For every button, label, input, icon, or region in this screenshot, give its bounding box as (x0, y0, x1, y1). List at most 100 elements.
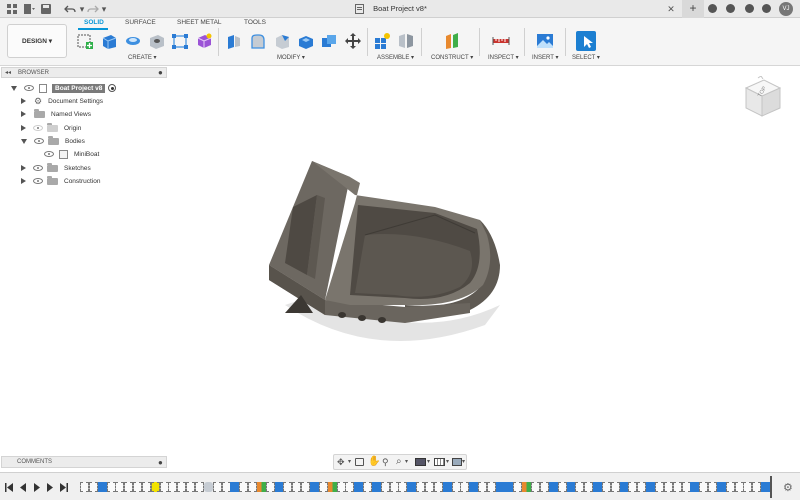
expand-arrow-icon[interactable] (21, 111, 26, 117)
joint-icon[interactable] (397, 32, 415, 50)
timeline-sketch-icon[interactable] (133, 482, 143, 492)
collapse-icon[interactable]: ◂◂ (5, 69, 11, 76)
tree-item-origin[interactable]: Origin (21, 122, 81, 134)
timeline-extrude-icon[interactable] (354, 482, 364, 492)
timeline-extrude-icon[interactable] (593, 482, 603, 492)
timeline-selected-sketch-icon[interactable] (150, 482, 160, 492)
timeline-extrude-icon[interactable] (371, 482, 381, 492)
timeline-extrude-icon[interactable] (761, 482, 771, 492)
timeline-extrude-icon[interactable] (566, 482, 576, 492)
inspect-menu[interactable]: INSPECT ▾ (488, 54, 519, 61)
timeline-extrude-icon[interactable] (716, 482, 726, 492)
shell-icon[interactable] (297, 32, 315, 50)
timeline-sketch-icon[interactable] (460, 482, 470, 492)
tree-item-document-settings[interactable]: ⚙ Document Settings (21, 95, 103, 107)
timeline-sketch-icon[interactable] (345, 482, 355, 492)
assemble-menu[interactable]: ASSEMBLE ▾ (377, 54, 414, 61)
timeline-sketch-icon[interactable] (88, 482, 98, 492)
timeline-extrude-icon[interactable] (407, 482, 417, 492)
timeline-sketch-icon[interactable] (283, 482, 293, 492)
panel-options-icon[interactable]: ● (158, 68, 163, 77)
tree-item-root[interactable]: Boat Project v8 (11, 82, 117, 94)
visibility-eye-icon[interactable] (33, 178, 43, 184)
timeline-sketch-icon[interactable] (416, 482, 426, 492)
timeline-sketch-icon[interactable] (80, 482, 89, 492)
pan-hand-icon[interactable]: ✋ (368, 456, 380, 467)
timeline-construct-icon[interactable] (522, 482, 532, 492)
timeline-sketch-icon[interactable] (451, 482, 461, 492)
viewports-icon[interactable] (452, 458, 462, 466)
timeline-sketch-icon[interactable] (212, 482, 222, 492)
timeline-sketch-icon[interactable] (486, 482, 496, 492)
fit-zoom-icon[interactable]: ⌕ (396, 456, 402, 467)
timeline-sketch-icon[interactable] (106, 482, 116, 492)
timeline-sketch-icon[interactable] (336, 482, 346, 492)
help-icon[interactable] (762, 4, 771, 13)
expand-arrow-icon[interactable] (21, 178, 26, 184)
timeline-sketch-icon[interactable] (681, 482, 691, 492)
tree-item-miniboat[interactable]: MiniBoat (44, 148, 99, 160)
viewcube[interactable]: TOP (742, 75, 782, 118)
boat-model[interactable] (255, 155, 525, 365)
insert-menu[interactable]: INSERT ▾ (532, 54, 558, 61)
tab-sheet-metal[interactable]: SHEET METAL (177, 19, 222, 26)
extrude-icon[interactable] (100, 32, 118, 50)
comments-panel[interactable]: COMMENTS ● (1, 456, 167, 468)
timeline-extrude-icon[interactable] (504, 482, 514, 492)
timeline-extrude-icon[interactable] (690, 482, 700, 492)
chevron-down-icon[interactable]: ▾ (405, 458, 408, 465)
tree-item-named-views[interactable]: Named Views (21, 108, 91, 120)
chevron-down-icon[interactable]: ▾ (462, 458, 465, 465)
timeline-sketch-icon[interactable] (734, 482, 744, 492)
browser-panel-header[interactable]: ◂◂ BROWSER ● (1, 67, 167, 78)
revolve-icon[interactable] (124, 32, 142, 50)
timeline-sketch-icon[interactable] (195, 482, 204, 492)
timeline-extrude-icon[interactable] (548, 482, 558, 492)
move-copy-icon[interactable] (344, 32, 362, 50)
chamfer-icon[interactable] (273, 32, 291, 50)
visibility-eye-icon[interactable] (33, 125, 43, 131)
timeline-extrude-icon[interactable] (310, 482, 319, 492)
visibility-eye-icon[interactable] (44, 151, 54, 157)
timeline-sketch-icon[interactable] (601, 482, 611, 492)
timeline-sketch-icon[interactable] (699, 482, 709, 492)
timeline-sketch-icon[interactable] (425, 482, 434, 492)
timeline-sketch-icon[interactable] (663, 482, 673, 492)
timeline-sketch-icon[interactable] (725, 482, 735, 492)
timeline-extrude-icon[interactable] (619, 482, 629, 492)
chevron-down-icon[interactable]: ▾ (427, 458, 430, 465)
select-icon[interactable] (576, 31, 596, 51)
tree-item-sketches[interactable]: Sketches (21, 162, 91, 174)
timeline-sketch-icon[interactable] (743, 482, 753, 492)
timeline-sketch-icon[interactable] (141, 482, 151, 492)
timeline-extrude-icon[interactable] (274, 482, 284, 492)
timeline-sketch-icon[interactable] (124, 482, 134, 492)
step-back-icon[interactable] (19, 483, 27, 492)
timeline-sketch-icon[interactable] (637, 482, 647, 492)
go-to-start-icon[interactable] (5, 483, 13, 492)
new-component-icon[interactable] (373, 32, 391, 50)
timeline-sketch-icon[interactable] (708, 482, 718, 492)
timeline-sketch-icon[interactable] (221, 482, 231, 492)
timeline-sketch-icon[interactable] (672, 482, 682, 492)
timeline-sketch-icon[interactable] (115, 482, 125, 492)
timeline-sketch-icon[interactable] (531, 482, 541, 492)
timeline-sketch-icon[interactable] (186, 482, 196, 492)
tree-item-bodies[interactable]: Bodies (21, 135, 85, 147)
press-pull-icon[interactable] (225, 32, 243, 50)
chevron-down-icon[interactable]: ▾ (446, 458, 449, 465)
expand-arrow-icon[interactable] (21, 125, 26, 131)
timeline-sketch-icon[interactable] (575, 482, 585, 492)
zoom-icon[interactable]: ⚲ (382, 457, 389, 468)
timeline-sketch-icon[interactable] (398, 482, 408, 492)
timeline-sketch-icon[interactable] (433, 482, 443, 492)
visibility-eye-icon[interactable] (33, 165, 43, 171)
timeline-sketch-icon[interactable] (168, 482, 178, 492)
timeline-sketch-icon[interactable] (292, 482, 302, 492)
chevron-down-icon[interactable]: ▾ (348, 458, 351, 465)
go-to-end-icon[interactable] (60, 483, 68, 492)
select-menu[interactable]: SELECT ▾ (572, 54, 600, 61)
timeline-sketch-icon[interactable] (513, 482, 523, 492)
expand-arrow-icon[interactable] (21, 98, 26, 104)
timeline-extrude-icon[interactable] (646, 482, 656, 492)
